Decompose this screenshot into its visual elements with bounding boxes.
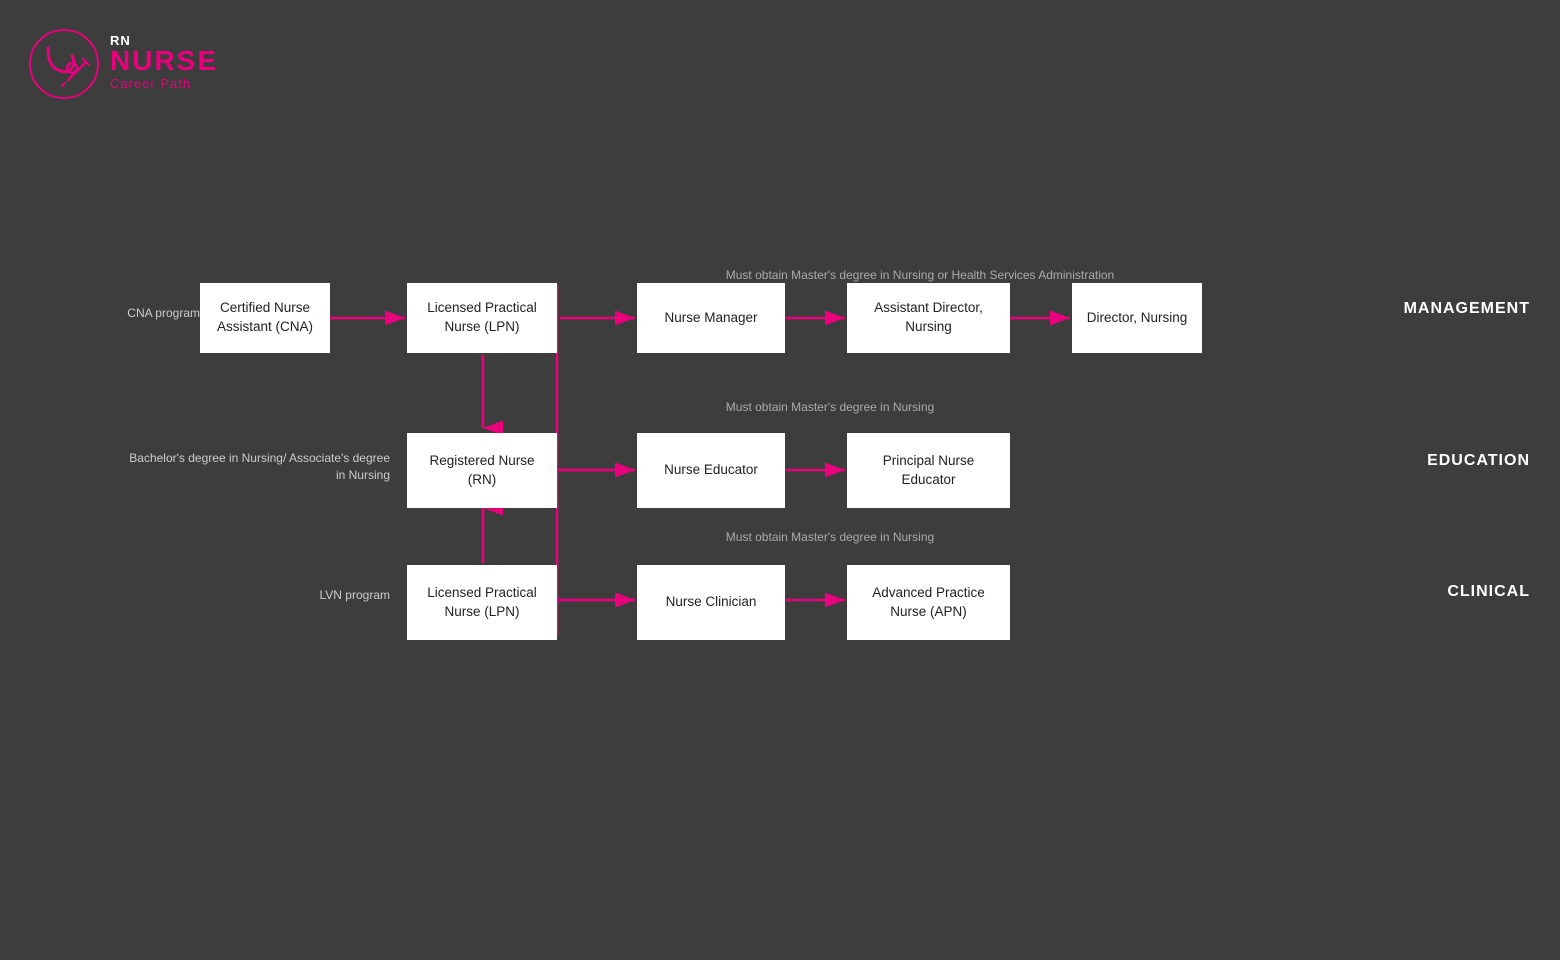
bachelors-label: Bachelor's degree in Nursing/ Associate'…	[120, 450, 390, 484]
career-path-diagram: Must obtain Master's degree in Nursing o…	[0, 200, 1560, 760]
cna-node: Certified Nurse Assistant (CNA)	[200, 283, 330, 353]
logo-text: RN NURSE Career Path	[110, 34, 218, 93]
asst-director-node: Assistant Director, Nursing	[847, 283, 1010, 353]
director-node: Director, Nursing	[1072, 283, 1202, 353]
nurse-clinician-node: Nurse Clinician	[637, 565, 785, 640]
nurse-educator-node: Nurse Educator	[637, 433, 785, 508]
education-category: EDUCATION	[1427, 452, 1530, 470]
apn-node: Advanced Practice Nurse (APN)	[847, 565, 1010, 640]
education-note: Must obtain Master's degree in Nursing	[620, 400, 1040, 414]
management-category: MANAGEMENT	[1404, 300, 1530, 318]
clinical-category: CLINICAL	[1447, 583, 1530, 601]
lpn-bottom-node: Licensed Practical Nurse (LPN)	[407, 565, 557, 640]
management-note: Must obtain Master's degree in Nursing o…	[620, 268, 1220, 282]
principal-nurse-educator-node: Principal Nurse Educator	[847, 433, 1010, 508]
logo-icon	[28, 28, 100, 100]
career-label: Career Path	[110, 75, 218, 93]
nurse-label: NURSE	[110, 47, 218, 75]
rn-node: Registered Nurse (RN)	[407, 433, 557, 508]
lpn-top-node: Licensed Practical Nurse (LPN)	[407, 283, 557, 353]
nurse-manager-node: Nurse Manager	[637, 283, 785, 353]
logo: RN NURSE Career Path	[28, 28, 218, 100]
cna-program-label: CNA program	[60, 305, 200, 322]
clinical-note: Must obtain Master's degree in Nursing	[620, 530, 1040, 544]
lvn-program-label: LVN program	[220, 587, 390, 604]
